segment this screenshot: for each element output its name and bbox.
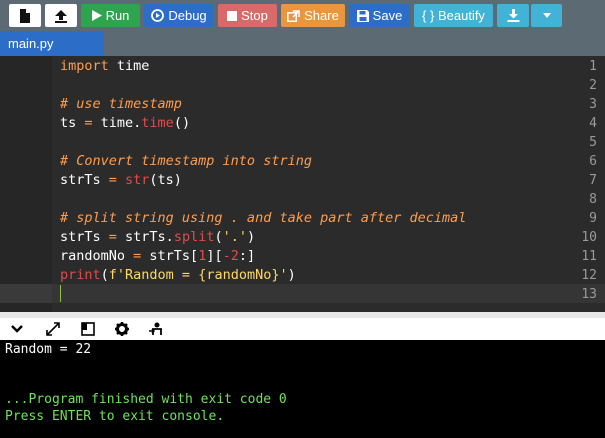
save-icon (356, 9, 369, 22)
code-token: ][ (206, 248, 223, 264)
operator-token: = (100, 172, 126, 188)
collapse-chevron-icon[interactable] (9, 321, 25, 337)
download-options-dropdown[interactable] (531, 4, 562, 27)
save-button[interactable]: Save (349, 4, 410, 27)
expand-icon[interactable] (45, 321, 61, 337)
save-button-label: Save (372, 8, 403, 23)
line-number: 7 (589, 173, 597, 188)
line-number: 5 (589, 135, 597, 150)
code-line: import time (60, 57, 149, 76)
code-token: (ts) (149, 172, 182, 188)
beautify-button-label: { } Beautify (422, 8, 485, 23)
string-token: f'Random = {randomNo}' (108, 267, 288, 283)
code-line: randomNo = strTs[1][-2:] (60, 247, 255, 266)
code-line: ts = time.time() (60, 114, 190, 133)
tab-main-py[interactable]: main.py (0, 31, 104, 56)
share-button-label: Share (304, 8, 339, 23)
function-token: time (141, 115, 174, 131)
function-token: str (125, 172, 150, 188)
caret-down-icon (542, 13, 551, 18)
active-line-highlight (52, 284, 605, 303)
line-number: 4 (589, 116, 597, 131)
gear-icon[interactable] (114, 321, 130, 337)
code-token: () (173, 115, 191, 131)
line-number: 3 (589, 97, 597, 112)
code-token: ) (287, 267, 296, 283)
code-token: ( (214, 229, 223, 245)
function-token: split (173, 229, 215, 245)
file-tab-bar: main.py (0, 31, 605, 56)
keyword-token: import (60, 58, 109, 74)
console-output[interactable]: Random = 22 ...Program finished with exi… (0, 340, 605, 438)
stop-button-label: Stop (241, 8, 268, 23)
code-line: # use timestamp (60, 95, 182, 114)
console-exit-message: ...Program finished with exit code 0 (5, 392, 287, 407)
code-token: strTs (60, 172, 101, 188)
layout-toggle-icon[interactable] (80, 321, 96, 337)
share-icon (287, 9, 300, 22)
line-number: 8 (589, 192, 597, 207)
upload-button[interactable] (45, 4, 77, 27)
code-line: strTs = strTs.split('.') (60, 228, 255, 247)
code-editor[interactable]: 1 2 3 4 5 6 7 8 9 10 11 12 13 import tim… (0, 56, 605, 312)
code-token: strTs[ (149, 248, 199, 264)
code-token: strTs (60, 229, 101, 245)
play-icon (91, 10, 102, 21)
debug-icon (151, 9, 165, 22)
new-file-icon (20, 8, 30, 23)
line-number: 1 (589, 59, 597, 74)
active-line-gutter (0, 284, 52, 303)
code-line: # split string using . and take part aft… (60, 209, 466, 228)
text-cursor (60, 285, 61, 302)
upload-icon (55, 9, 67, 23)
operator-token: = (76, 115, 101, 131)
download-button[interactable] (497, 4, 529, 27)
stop-icon (227, 10, 238, 21)
line-number: 6 (589, 154, 597, 169)
line-number-gutter (0, 56, 52, 312)
line-number: 12 (581, 268, 597, 283)
line-number: 10 (581, 230, 597, 245)
comment-token: # split string using . and take part aft… (60, 210, 467, 226)
operator-token: = (125, 248, 150, 264)
debug-button-label: Debug (168, 8, 207, 23)
comment-token: # use timestamp (60, 96, 182, 112)
share-button[interactable]: Share (281, 4, 345, 27)
input-arguments-icon[interactable] (148, 321, 164, 337)
operator-token: = (100, 229, 126, 245)
code-token: ts (60, 115, 77, 131)
function-token: print (60, 267, 101, 283)
code-line: # Convert timestamp into string (60, 152, 312, 171)
code-token: randomNo (60, 248, 126, 264)
line-number: 11 (581, 249, 597, 264)
console-output-line: Random = 22 (5, 342, 92, 357)
string-token: '.' (222, 229, 247, 245)
new-file-button[interactable] (9, 4, 41, 27)
download-icon (507, 9, 519, 22)
line-number: 2 (589, 78, 597, 93)
code-line: print(f'Random = {randomNo}') (60, 266, 296, 285)
code-line: strTs = str(ts) (60, 171, 182, 190)
run-button-label: Run (105, 8, 130, 23)
code-token: time. (100, 115, 142, 131)
stop-button[interactable]: Stop (218, 4, 277, 27)
line-number: 13 (581, 287, 597, 302)
code-token: :] (238, 248, 256, 264)
run-button[interactable]: Run (81, 4, 140, 27)
code-token: ) (246, 229, 256, 245)
beautify-button[interactable]: { } Beautify (414, 4, 493, 27)
debug-button[interactable]: Debug (144, 4, 214, 27)
code-token: time (108, 58, 150, 74)
code-token: strTs. (125, 229, 174, 245)
console-toolbar (0, 318, 605, 340)
number-token: -2 (222, 248, 239, 264)
line-number: 9 (589, 211, 597, 226)
toolbar: Run Debug Stop Share Save { } Beautify (0, 0, 605, 31)
code-token: ( (100, 267, 109, 283)
comment-token: # Convert timestamp into string (60, 153, 312, 169)
console-enter-prompt: Press ENTER to exit console. (5, 409, 225, 424)
